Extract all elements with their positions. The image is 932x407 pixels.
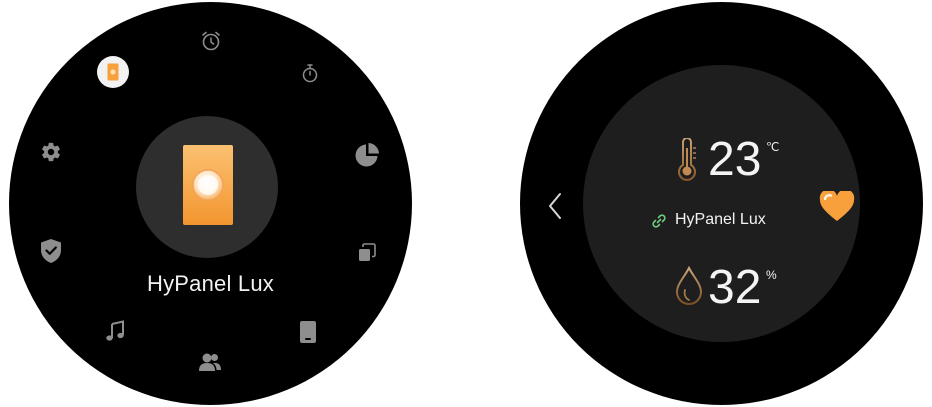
app-menu-watch-face: HyPanel Lux <box>9 2 412 405</box>
music-note-icon[interactable] <box>105 320 125 342</box>
screen: HyPanel Lux 23 ℃ HyPanel Lux 32 % <box>0 0 932 407</box>
selected-app-bubble[interactable] <box>97 56 129 88</box>
pie-chart-icon[interactable] <box>354 142 380 168</box>
chevron-left-icon[interactable] <box>547 192 563 220</box>
link-icon <box>652 214 666 228</box>
heart-icon[interactable] <box>819 191 855 223</box>
device-app-button[interactable] <box>136 116 278 258</box>
connected-device-label: HyPanel Lux <box>675 211 766 228</box>
panel-device-large-icon <box>183 145 233 225</box>
tablet-icon[interactable] <box>299 320 317 344</box>
device-name-label: HyPanel Lux <box>147 271 274 296</box>
thermometer-icon <box>678 138 696 181</box>
timer-icon[interactable] <box>300 62 320 84</box>
temperature-value: 23 <box>708 133 762 186</box>
alarm-clock-icon[interactable] <box>199 29 223 53</box>
contacts-icon[interactable] <box>198 352 222 372</box>
gear-icon[interactable] <box>40 141 62 163</box>
water-drop-icon <box>675 266 703 305</box>
humidity-value: 32 <box>708 261 762 314</box>
panel-device-icon <box>107 63 119 81</box>
device-status-watch-face: 23 ℃ HyPanel Lux 32 % <box>520 2 923 405</box>
copy-icon[interactable] <box>357 242 377 264</box>
humidity-unit: % <box>766 268 777 282</box>
temperature-unit: ℃ <box>766 140 780 154</box>
shield-check-icon[interactable] <box>40 238 62 264</box>
